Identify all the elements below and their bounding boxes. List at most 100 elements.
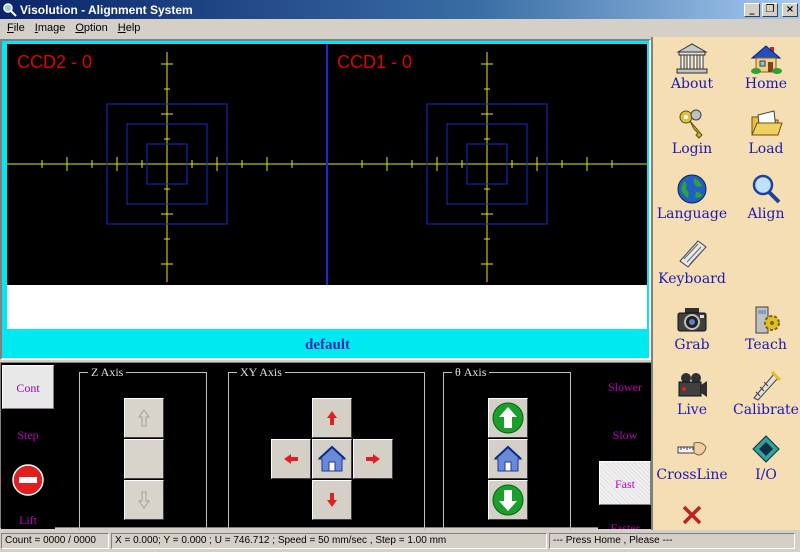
red-arrow-down-icon <box>327 493 337 507</box>
menu-file[interactable]: File <box>2 22 30 34</box>
keyboard-button[interactable]: Keyboard <box>655 234 729 298</box>
z-center-button[interactable] <box>124 439 164 479</box>
calibrate-icon <box>753 370 782 401</box>
status-count: Count = 0000 / 0000 <box>1 533 109 549</box>
ccd1-label: CCD1 - 0 <box>337 52 413 72</box>
about-button[interactable]: About <box>655 39 729 103</box>
close-window-button[interactable]: × <box>782 2 798 17</box>
status-bar: Count = 0000 / 0000 X = 0.000; Y = 0.000… <box>0 530 800 552</box>
x-left-button[interactable] <box>271 439 311 479</box>
language-button[interactable]: Language <box>655 169 729 233</box>
calibrate-label: Calibrate <box>733 402 799 418</box>
theta-home-button[interactable] <box>488 439 528 479</box>
title-bar: Visolution - Alignment System _ ❐ × <box>0 0 800 19</box>
language-label: Language <box>656 206 728 222</box>
teach-label: Teach <box>745 337 787 353</box>
camera-icon <box>677 308 707 332</box>
keyboard-label: Keyboard <box>658 271 726 287</box>
house-icon <box>317 445 347 472</box>
arrow-up-icon <box>138 409 150 427</box>
app-window: Visolution - Alignment System _ ❐ × File… <box>0 0 800 552</box>
speed-fast-button[interactable]: Fast <box>599 461 651 505</box>
menu-file-hotkey: F <box>7 22 14 34</box>
motion-control-panel: Cont Step Lift Z Axis XY Axis θ Axis Slo… <box>0 362 652 532</box>
status-message: --- Press Home , Please --- <box>549 533 795 549</box>
about-label: About <box>670 76 714 92</box>
io-diamond-icon <box>752 435 780 463</box>
io-label: I/O <box>755 467 777 483</box>
arrow-down-icon <box>138 491 150 509</box>
building-icon <box>676 43 708 74</box>
xy-axis-title: XY Axis <box>237 365 285 380</box>
theta-down-button[interactable] <box>488 480 528 520</box>
xy-home-button[interactable] <box>312 439 352 479</box>
align-button[interactable]: Align <box>729 169 800 233</box>
align-label: Align <box>747 206 785 222</box>
folder-open-icon <box>751 110 783 136</box>
menu-option[interactable]: Option <box>70 22 112 34</box>
live-button[interactable]: Live <box>655 365 729 429</box>
z-down-button[interactable] <box>124 480 164 520</box>
live-label: Live <box>677 402 707 418</box>
mode-selector: Cont Step Lift <box>1 363 55 529</box>
menu-option-label: ption <box>83 22 108 34</box>
theta-axis-group: θ Axis <box>443 365 571 532</box>
home-button[interactable]: Home <box>729 39 800 103</box>
speed-slow-button[interactable]: Slow <box>599 413 651 457</box>
y-up-button[interactable] <box>312 398 352 438</box>
speed-faster-button[interactable]: Faster <box>599 509 651 529</box>
profile-name: default <box>305 337 350 353</box>
x-right-button[interactable] <box>353 439 393 479</box>
menu-option-hotkey: O <box>75 22 84 34</box>
grab-button[interactable]: Grab <box>655 300 729 364</box>
house-icon <box>493 445 523 472</box>
theta-up-button[interactable] <box>488 398 528 438</box>
exit-button[interactable] <box>655 498 729 528</box>
menu-image[interactable]: Image <box>30 22 71 34</box>
menu-bar: File Image Option Help <box>0 19 800 37</box>
load-button[interactable]: Load <box>729 104 800 168</box>
magnifier-icon <box>752 174 781 204</box>
camera-viewport[interactable]: CCD2 - 0 CCD1 - 0 <box>7 44 647 285</box>
video-camera-icon <box>678 373 707 397</box>
status-position: X = 0.000; Y = 0.000 ; U = 746.712 ; Spe… <box>111 533 547 549</box>
red-arrow-up-icon <box>327 411 337 425</box>
green-down-icon <box>492 484 524 516</box>
green-up-icon <box>492 402 524 434</box>
window-title: Visolution - Alignment System <box>20 2 193 17</box>
mode-step-button[interactable]: Step <box>2 413 54 457</box>
main-toolbar: About Home Login Load Language Align Key… <box>651 37 800 530</box>
minimize-button[interactable]: _ <box>744 2 760 17</box>
camera-panel: CCD2 - 0 CCD1 - 0 default <box>0 39 651 360</box>
crossline-button[interactable]: CrossLine <box>655 430 729 494</box>
z-up-button[interactable] <box>124 398 164 438</box>
calibrate-button[interactable]: Calibrate <box>729 365 800 429</box>
red-x-icon <box>682 505 702 525</box>
speed-selector: Slower Slow Fast Faster <box>598 363 652 529</box>
crosshair-overlay <box>7 44 647 285</box>
menu-help[interactable]: Help <box>113 22 146 34</box>
load-label: Load <box>748 141 784 157</box>
teach-button[interactable]: Teach <box>729 300 800 364</box>
message-area <box>7 285 647 329</box>
maximize-button[interactable]: ❐ <box>762 2 778 17</box>
mode-cont-button[interactable]: Cont <box>2 365 54 409</box>
keys-icon <box>679 109 703 139</box>
menu-file-label: ile <box>13 22 25 34</box>
io-button[interactable]: I/O <box>729 430 800 494</box>
speed-slower-button[interactable]: Slower <box>599 365 651 409</box>
login-label: Login <box>671 141 713 157</box>
xy-axis-group: XY Axis <box>228 365 425 532</box>
mode-lift-button[interactable]: Lift <box>2 511 54 529</box>
login-button[interactable]: Login <box>655 104 729 168</box>
crossline-label: CrossLine <box>656 467 728 483</box>
ruler-hand-icon <box>677 442 707 456</box>
menu-image-label: mage <box>37 22 66 34</box>
y-down-button[interactable] <box>312 480 352 520</box>
z-axis-group: Z Axis <box>79 365 207 532</box>
z-axis-title: Z Axis <box>88 365 127 380</box>
menu-help-label: elp <box>125 22 141 34</box>
stop-button[interactable] <box>2 459 54 503</box>
ccd2-label: CCD2 - 0 <box>17 52 93 72</box>
menu-help-hotkey: H <box>117 22 126 34</box>
